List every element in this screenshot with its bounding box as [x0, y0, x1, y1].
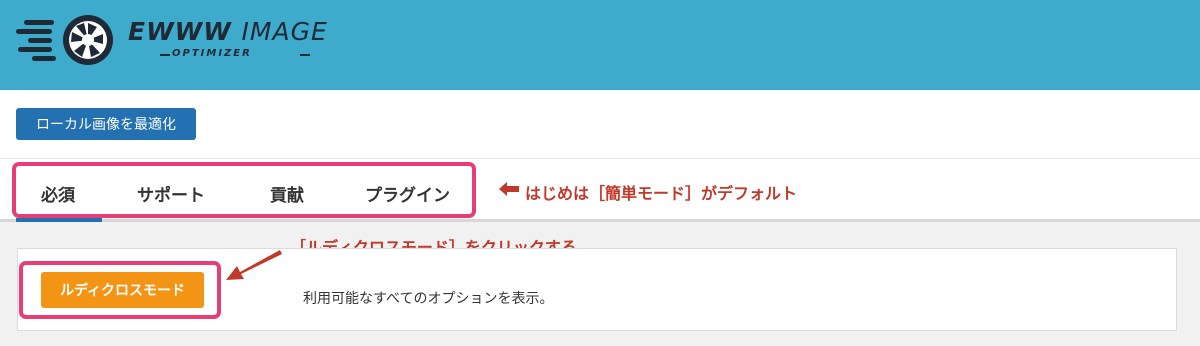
ludicrous-description: 利用可能なすべてのオプションを表示。 [303, 291, 554, 307]
active-tab-indicator [16, 218, 102, 222]
tabs-baseline [0, 219, 1200, 222]
logo-word: IMAGE [241, 17, 328, 46]
default-mode-note: はじめは［簡単モード］がデフォルト [525, 184, 798, 203]
logo-wordmark: EWWW IMAGE [128, 17, 328, 46]
tabs-highlight-box [12, 162, 476, 218]
logo-subtitle: OPTIMIZER [172, 48, 252, 59]
optimize-local-images-button[interactable]: ローカル画像を最適化 [16, 108, 196, 140]
arrow-left-icon [499, 182, 519, 196]
logo-brand: EWWW [128, 17, 232, 46]
camera-aperture-icon [16, 15, 113, 65]
divider [0, 158, 1200, 159]
button-highlight-box [19, 261, 221, 319]
